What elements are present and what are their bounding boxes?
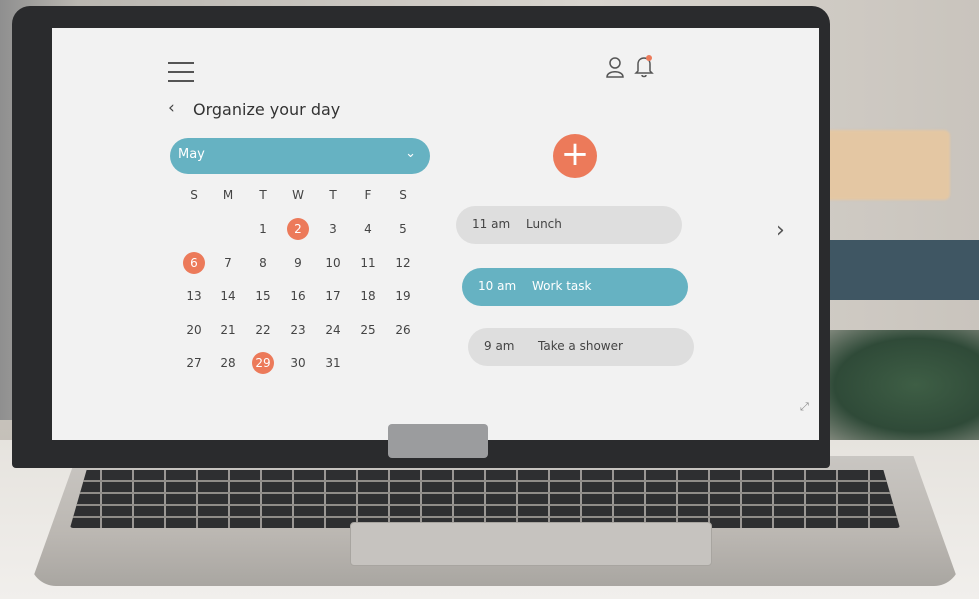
calendar-day-label: 17 <box>325 289 341 304</box>
calendar-day-label: 13 <box>186 289 202 304</box>
calendar-day[interactable]: 18 <box>353 285 383 307</box>
calendar-day[interactable]: 1 <box>248 218 278 240</box>
calendar-day-label: 24 <box>325 322 341 337</box>
calendar-day-label: 5 <box>399 222 407 236</box>
calendar-day[interactable]: 13 <box>179 285 209 307</box>
bell-icon[interactable] <box>634 54 654 78</box>
back-arrow-icon[interactable]: ‹ <box>168 98 175 118</box>
calendar-day[interactable]: 16 <box>283 285 313 307</box>
calendar-day[interactable]: 29 <box>248 352 278 375</box>
calendar-day[interactable]: 7 <box>213 252 243 274</box>
calendar-day[interactable]: 5 <box>388 218 418 240</box>
calendar-day-label: 12 <box>395 255 411 270</box>
calendar-day-label: 23 <box>290 322 306 337</box>
keyboard-rows <box>70 470 900 528</box>
laptop-screen: ‹ Organize your day May ⌄ SMTWTFS1234567… <box>52 28 819 440</box>
calendar-day[interactable]: 6 <box>179 251 209 274</box>
menu-icon[interactable] <box>168 62 194 84</box>
calendar-day[interactable]: 2 <box>283 218 313 240</box>
calendar-day-label: 27 <box>186 356 202 371</box>
calendar-day-label: 4 <box>364 222 372 236</box>
resize-icon[interactable]: ⤢ <box>800 400 809 414</box>
laptop-trackpad <box>350 522 712 566</box>
calendar-day-label: 31 <box>325 356 341 371</box>
calendar-day[interactable]: 17 <box>318 285 348 307</box>
add-task-button[interactable]: + <box>553 134 597 178</box>
calendar-day[interactable]: 20 <box>179 319 209 341</box>
calendar-day[interactable]: 19 <box>388 285 418 307</box>
calendar-day[interactable]: 4 <box>353 218 383 240</box>
calendar-day[interactable]: 22 <box>248 319 278 341</box>
calendar-day-label: 14 <box>220 289 236 304</box>
calendar-day-label: 15 <box>255 289 271 304</box>
calendar-day-label: 20 <box>186 322 202 337</box>
calendar-day[interactable]: 12 <box>388 252 418 274</box>
laptop-bezel: ‹ Organize your day May ⌄ SMTWTFS1234567… <box>12 6 830 468</box>
task-time: 10 am <box>478 279 517 293</box>
task-item[interactable]: 9 am Take a shower <box>468 328 694 366</box>
calendar-day-label: 25 <box>360 322 376 337</box>
calendar-day-label: 30 <box>290 356 306 371</box>
weekday-label: S <box>190 188 198 202</box>
calendar-day[interactable]: 10 <box>318 252 348 274</box>
calendar-day-label: 9 <box>294 255 302 270</box>
task-item[interactable]: 11 am Lunch <box>456 206 682 244</box>
calendar-day[interactable]: 8 <box>248 252 278 274</box>
month-label: May <box>178 147 205 162</box>
user-icon[interactable] <box>605 56 625 78</box>
calendar-day-label: 28 <box>220 356 236 371</box>
calendar-day[interactable]: 30 <box>283 352 313 374</box>
calendar-day-label: 26 <box>395 322 411 337</box>
calendar-day[interactable]: 24 <box>318 319 348 341</box>
calendar-day[interactable]: 15 <box>248 285 278 307</box>
next-arrow-icon[interactable]: › <box>776 218 785 243</box>
calendar-day-label: 18 <box>360 289 376 304</box>
weekday-label: S <box>399 188 407 202</box>
calendar-day-label: 29 <box>255 356 271 371</box>
calendar-day[interactable]: 31 <box>318 352 348 374</box>
weekday-label: F <box>364 188 372 202</box>
task-name: Take a shower <box>538 339 623 353</box>
background-plant <box>820 330 979 440</box>
calendar-day-label: 3 <box>329 222 337 236</box>
calendar-day-label: 16 <box>290 289 306 304</box>
calendar-day-label: 6 <box>190 255 198 270</box>
calendar-day[interactable]: 25 <box>353 319 383 341</box>
calendar-day[interactable]: 27 <box>179 352 209 374</box>
calendar-day-label: 22 <box>255 322 271 337</box>
task-item[interactable]: 10 am Work task <box>462 268 688 306</box>
task-name: Lunch <box>526 217 562 231</box>
weekday-label: M <box>222 188 234 202</box>
calendar-day-label: 7 <box>224 255 232 270</box>
calendar-day-label: 2 <box>294 222 302 236</box>
calendar-day[interactable]: 3 <box>318 218 348 240</box>
task-time: 11 am <box>472 217 511 231</box>
weekday-label: T <box>259 188 267 202</box>
calendar-day[interactable]: 11 <box>353 252 383 274</box>
calendar-day-label: 19 <box>395 289 411 304</box>
calendar-day[interactable]: 26 <box>388 319 418 341</box>
calendar-day-label: 11 <box>360 255 376 270</box>
laptop-hinge <box>388 424 488 458</box>
calendar-day[interactable]: 23 <box>283 319 313 341</box>
calendar-day-label: 1 <box>259 222 267 236</box>
calendar-day[interactable]: 14 <box>213 285 243 307</box>
weekday-label: W <box>292 188 304 202</box>
calendar-day-label: 10 <box>325 255 341 270</box>
task-time: 9 am <box>484 339 515 353</box>
task-name: Work task <box>532 279 592 293</box>
calendar-day-label: 8 <box>259 255 267 270</box>
page-title: Organize your day <box>193 100 341 119</box>
calendar-day-label: 21 <box>220 322 236 337</box>
calendar-day[interactable]: 28 <box>213 352 243 374</box>
chevron-down-icon: ⌄ <box>405 146 416 161</box>
calendar-day[interactable]: 9 <box>283 252 313 274</box>
calendar-day[interactable]: 21 <box>213 319 243 341</box>
month-selector[interactable]: May ⌄ <box>170 138 430 174</box>
weekday-label: T <box>329 188 337 202</box>
